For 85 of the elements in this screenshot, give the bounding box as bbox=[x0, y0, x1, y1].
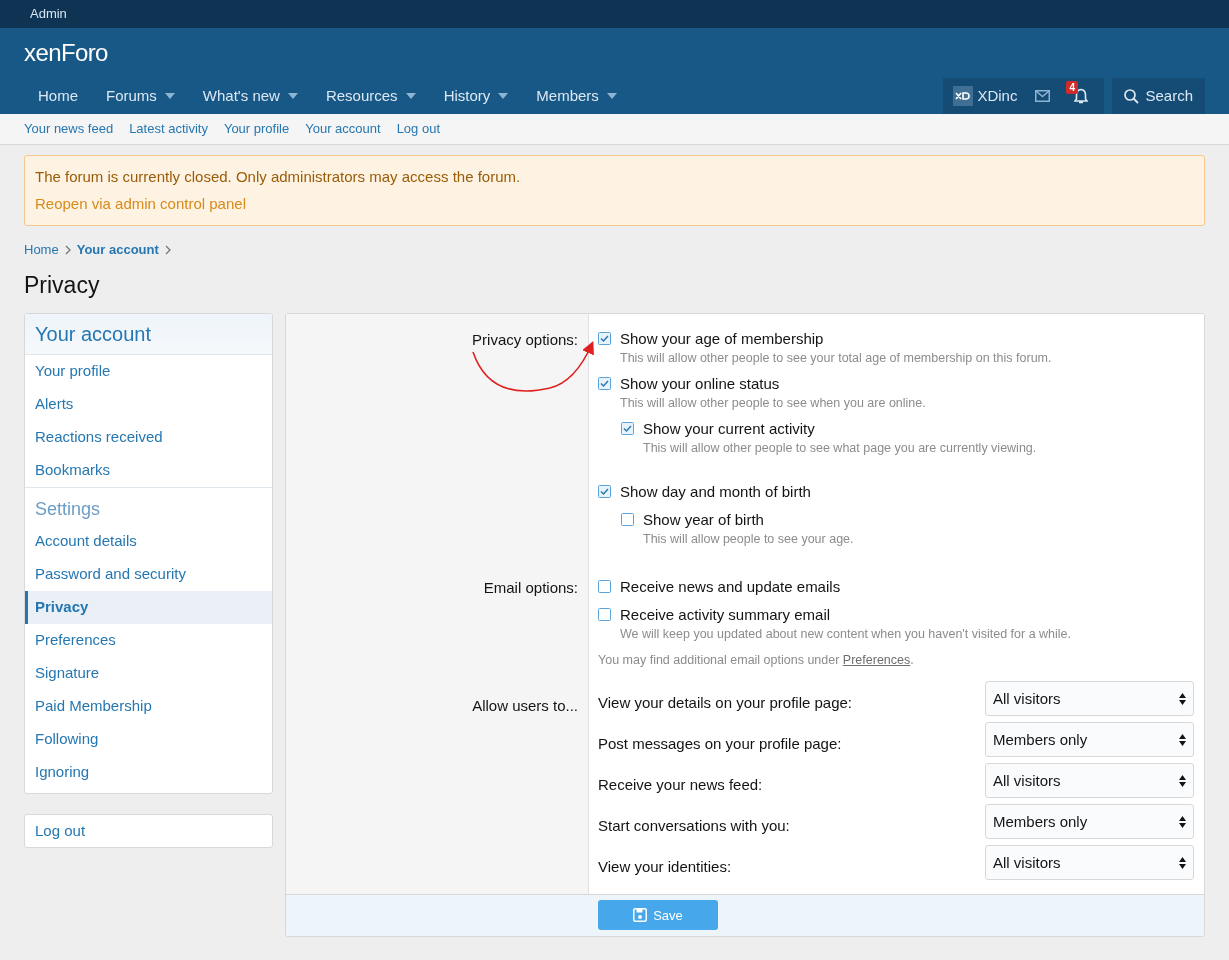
checkbox[interactable] bbox=[598, 332, 611, 345]
visibility-select[interactable]: All visitors bbox=[985, 681, 1194, 717]
visibility-select[interactable]: All visitors bbox=[985, 763, 1194, 799]
checkbox-label[interactable]: Show your age of membership bbox=[620, 328, 1052, 350]
visibility-select[interactable]: Members only bbox=[985, 804, 1194, 840]
sort-arrows-icon bbox=[1179, 856, 1186, 869]
checkbox-label[interactable]: Show your online status bbox=[620, 373, 926, 395]
checkbox-label[interactable]: Show day and month of birth bbox=[620, 481, 811, 503]
avatar-icon bbox=[953, 86, 974, 106]
search-button[interactable]: Search bbox=[1112, 78, 1205, 114]
visibility-select[interactable]: All visitors bbox=[985, 845, 1194, 881]
mail-icon bbox=[1035, 90, 1051, 102]
chevron-icon bbox=[164, 244, 171, 255]
checkbox[interactable] bbox=[598, 377, 611, 390]
option-hint: This will allow people to see your age. bbox=[643, 531, 854, 548]
sidebar-item[interactable]: Signature bbox=[25, 657, 272, 690]
option-hint: This will allow other people to see when you are online. bbox=[620, 395, 926, 412]
sidebar-item[interactable]: Bookmarks bbox=[25, 454, 272, 487]
sort-arrows-icon bbox=[1179, 733, 1186, 746]
visibility-select[interactable]: Members only bbox=[985, 722, 1194, 758]
caret-icon bbox=[405, 93, 416, 99]
sort-arrows-icon bbox=[1179, 815, 1186, 828]
checkbox-label[interactable]: Show your current activity bbox=[643, 418, 1037, 440]
admin-link[interactable]: Admin bbox=[30, 4, 67, 24]
sort-arrows-icon bbox=[1179, 774, 1186, 787]
subnav-link[interactable]: Your account bbox=[305, 119, 381, 139]
checkbox[interactable] bbox=[598, 580, 611, 593]
checkbox[interactable] bbox=[621, 422, 634, 435]
checkbox[interactable] bbox=[598, 608, 611, 621]
sidebar-item[interactable]: Alerts bbox=[25, 388, 272, 421]
caret-icon bbox=[606, 93, 617, 99]
subnav-link[interactable]: Log out bbox=[396, 119, 440, 139]
nav-tab[interactable]: Forums bbox=[92, 78, 189, 114]
setting-label: Start conversations with you: bbox=[598, 815, 790, 836]
checkbox[interactable] bbox=[598, 485, 611, 498]
checkbox-label[interactable]: Show year of birth bbox=[643, 509, 854, 531]
option-hint: This will allow other people to see your total age of membership on this forum. bbox=[620, 350, 1052, 367]
alert-count-badge: 4 bbox=[1066, 81, 1079, 94]
logout-button[interactable]: Log out bbox=[24, 814, 273, 848]
sidebar-item[interactable]: Password and security bbox=[25, 558, 272, 591]
setting-label: Post messages on your profile page: bbox=[598, 733, 842, 754]
subnav-link[interactable]: Your news feed bbox=[24, 119, 114, 139]
notice-text: The forum is currently closed. Only administrators may access the forum. bbox=[35, 167, 522, 187]
breadcrumb-link[interactable]: Home bbox=[24, 240, 59, 260]
nav-tab[interactable]: What's new bbox=[188, 78, 312, 114]
sidebar-item[interactable]: Privacy bbox=[25, 591, 272, 624]
alerts-button[interactable]: 4 bbox=[1068, 78, 1095, 114]
option-hint: We will keep you updated about new content when you haven't visited for a while. bbox=[620, 626, 1072, 643]
sidebar-heading: Your account bbox=[25, 314, 272, 355]
checkbox[interactable] bbox=[621, 513, 634, 526]
nav-tab[interactable]: Members bbox=[522, 78, 631, 114]
form-row-label: Privacy options: bbox=[472, 330, 578, 350]
caret-icon bbox=[498, 93, 509, 99]
breadcrumb-link[interactable]: Your account bbox=[76, 240, 159, 260]
sidebar-item[interactable]: Preferences bbox=[25, 624, 272, 657]
chevron-icon bbox=[64, 244, 71, 255]
sort-arrows-icon bbox=[1179, 692, 1186, 705]
sidebar-item[interactable]: Following bbox=[25, 723, 272, 756]
sidebar-item[interactable]: Your profile bbox=[25, 355, 272, 388]
checkbox-label[interactable]: Receive activity summary email bbox=[620, 604, 1072, 626]
caret-icon bbox=[287, 93, 298, 99]
nav-tab[interactable]: Home bbox=[24, 78, 92, 114]
search-icon bbox=[1124, 88, 1140, 104]
page-title: Privacy bbox=[24, 270, 101, 300]
form-row-label: Allow users to... bbox=[472, 695, 578, 716]
site-logo[interactable]: xenForo bbox=[24, 35, 108, 71]
setting-label: View your details on your profile page: bbox=[598, 692, 853, 713]
sidebar-item[interactable]: Account details bbox=[25, 525, 272, 558]
nav-tab[interactable]: Resources bbox=[311, 78, 430, 114]
checkbox-label[interactable]: Receive news and update emails bbox=[620, 576, 841, 598]
nav-tab[interactable]: History bbox=[429, 78, 523, 114]
sidebar-item[interactable]: Paid Membership bbox=[25, 690, 272, 723]
sidebar-section-title: Settings bbox=[25, 487, 272, 525]
setting-label: View your identities: bbox=[598, 856, 732, 877]
sidebar-item[interactable]: Ignoring bbox=[25, 756, 272, 789]
form-row-label: Email options: bbox=[483, 578, 578, 598]
sidebar-item[interactable]: Reactions received bbox=[25, 421, 272, 454]
subnav-link[interactable]: Your profile bbox=[223, 119, 290, 139]
account-link[interactable]: XDinc bbox=[953, 84, 1018, 108]
option-hint: This will allow other people to see what page you are currently viewing. bbox=[643, 440, 1037, 457]
options-note: You may find additional email options under Preferences. bbox=[598, 652, 915, 669]
subnav-link[interactable]: Latest activity bbox=[129, 119, 208, 139]
setting-label: Receive your news feed: bbox=[598, 774, 763, 795]
bell-icon bbox=[1074, 88, 1089, 104]
caret-icon bbox=[164, 93, 175, 99]
